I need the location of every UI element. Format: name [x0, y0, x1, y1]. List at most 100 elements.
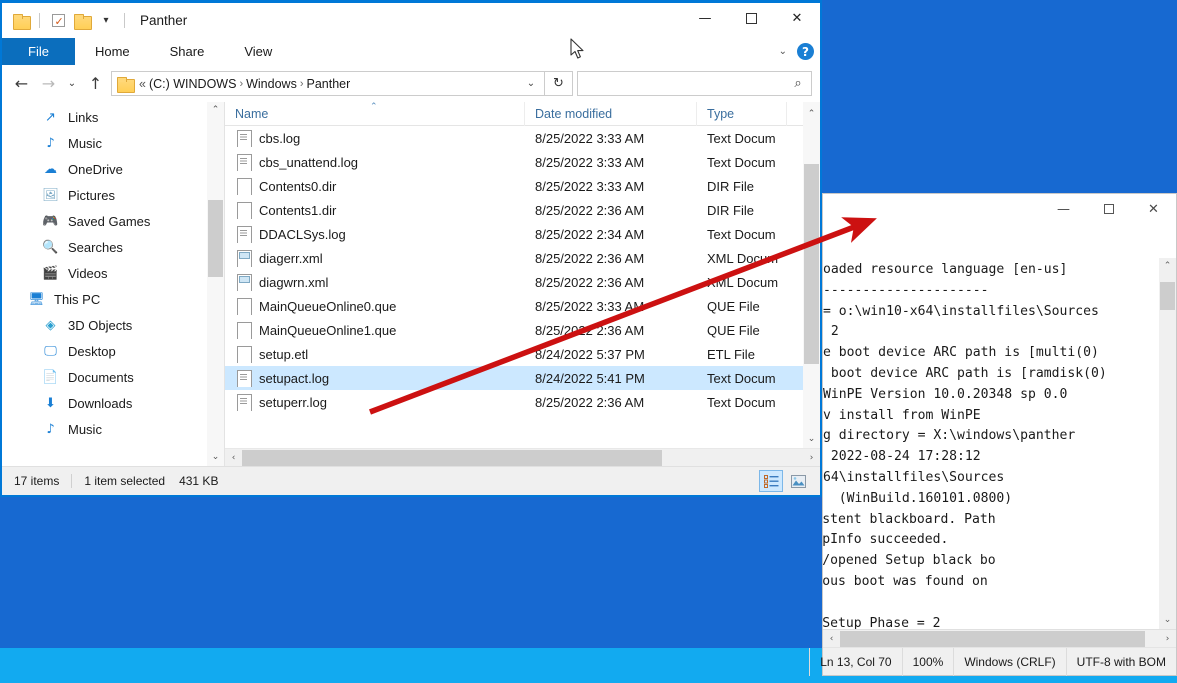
table-row[interactable]: diagerr.xml 8/25/2022 2:36 AM XML Docum: [225, 246, 803, 270]
column-header-scroll-up-arrow[interactable]: ⌃: [803, 101, 820, 126]
sidebar-item-this-pc[interactable]: 🖥 This PC: [2, 286, 207, 312]
sidebar-item-desktop[interactable]: 🖵 Desktop: [2, 338, 207, 364]
notepad-scroll-up-arrow[interactable]: ⌃: [1164, 258, 1172, 275]
notepad-log-lines[interactable]: 2022-08-24 17:28:12, Info [0x06403f] IBS…: [823, 510, 1176, 629]
notepad-cursor-position[interactable]: Ln 13, Col 70: [809, 647, 901, 676]
ribbon-tabbar[interactable]: File Home Share View ⌄ ?: [2, 38, 820, 65]
breadcrumb-item-2[interactable]: Panther: [307, 77, 351, 91]
table-row[interactable]: cbs_unattend.log 8/25/2022 3:33 AM Text Do…: [225, 150, 803, 174]
notepad-line-ending[interactable]: Windows (CRLF): [953, 647, 1065, 676]
explorer-titlebar[interactable]: ✓ ▾ Panther — ✕: [2, 3, 820, 38]
notepad-encoding[interactable]: UTF-8 with BOM: [1065, 647, 1176, 676]
nav-scroll-down-arrow[interactable]: ⌄: [212, 449, 220, 466]
ribbon-right-controls[interactable]: ⌄ ?: [779, 38, 814, 65]
navigation-pane[interactable]: ↗ Links ♪ Music ☁ OneDrive 🖼 Pictures 🎮 Saved Gam…: [2, 102, 224, 466]
back-button[interactable]: ←: [8, 71, 35, 97]
chevron-down-icon[interactable]: ▾: [95, 10, 117, 32]
details-view-icon[interactable]: [759, 470, 783, 492]
file-list-scroll-down-arrow[interactable]: ⌄: [808, 431, 816, 448]
sidebar-item-music[interactable]: ♪ Music: [2, 416, 207, 442]
new-folder-icon[interactable]: [71, 10, 93, 32]
sidebar-item-saved-games[interactable]: 🎮 Saved Games: [2, 208, 207, 234]
sidebar-item-links[interactable]: ↗ Links: [2, 104, 207, 130]
table-row[interactable]: setup.etl 8/24/2022 5:37 PM ETL File: [225, 342, 803, 366]
notepad-scroll-thumb[interactable]: [1160, 282, 1175, 310]
search-box[interactable]: ⌕: [577, 71, 812, 96]
explorer-maximize-button[interactable]: [728, 3, 774, 34]
help-icon[interactable]: ?: [797, 43, 814, 60]
large-icons-view-icon[interactable]: [786, 470, 810, 492]
nav-scroll-up-arrow[interactable]: ⌃: [212, 102, 220, 119]
column-header-date-modified[interactable]: Date modified: [525, 101, 697, 126]
explorer-close-button[interactable]: ✕: [774, 3, 820, 34]
file-hscroll-right-arrow[interactable]: ›: [803, 453, 820, 463]
view-mode-buttons[interactable]: [759, 470, 820, 492]
navigation-tree[interactable]: ↗ Links ♪ Music ☁ OneDrive 🖼 Pictures 🎮 Saved Gam…: [2, 102, 207, 466]
notepad-window[interactable]: — ✕ oaded resource language [en-us] ----…: [809, 193, 1177, 676]
address-dropdown-icon[interactable]: ⌄: [520, 78, 542, 89]
file-list-scrollbar[interactable]: ⌄: [803, 126, 820, 448]
sidebar-item-pictures[interactable]: 🖼 Pictures: [2, 182, 207, 208]
notepad-zoom-level[interactable]: 100%: [901, 647, 954, 676]
sidebar-item-music[interactable]: ♪ Music: [2, 130, 207, 156]
tab-file[interactable]: File: [2, 38, 75, 65]
breadcrumb-item-0[interactable]: (C:) WINDOWS: [149, 77, 236, 91]
tab-home[interactable]: Home: [75, 38, 150, 65]
table-row[interactable]: MainQueueOnline0.que 8/25/2022 3:33 AM QUE…: [225, 294, 803, 318]
refresh-button[interactable]: ↻: [545, 71, 573, 96]
properties-icon[interactable]: ✓: [47, 10, 69, 32]
table-row[interactable]: Contents1.dir 8/25/2022 2:36 AM DIR File: [225, 198, 803, 222]
notepad-maximize-button[interactable]: [1086, 194, 1131, 224]
notepad-titlebar[interactable]: — ✕: [823, 194, 1176, 232]
table-row[interactable]: setuperr.log 8/25/2022 2:36 AM Text Docum: [225, 390, 803, 414]
breadcrumb[interactable]: « (C:) WINDOWS › Windows › Panther: [139, 77, 350, 91]
file-hscroll-thumb[interactable]: [242, 449, 662, 466]
table-row[interactable]: diagwrn.xml 8/25/2022 2:36 AM XML Docum: [225, 270, 803, 294]
sidebar-item-downloads[interactable]: ⬇ Downloads: [2, 390, 207, 416]
sidebar-item-searches[interactable]: 🔍 Searches: [2, 234, 207, 260]
notepad-close-button[interactable]: ✕: [1131, 194, 1176, 224]
nav-scroll-thumb[interactable]: [208, 200, 223, 277]
breadcrumb-item-1[interactable]: Windows: [246, 77, 297, 91]
notepad-hscroll-right-arrow[interactable]: ›: [1159, 634, 1176, 644]
sidebar-item-documents[interactable]: 📄 Documents: [2, 364, 207, 390]
sidebar-item-onedrive[interactable]: ☁ OneDrive: [2, 156, 207, 182]
tab-view[interactable]: View: [224, 38, 292, 65]
search-icon[interactable]: ⌕: [785, 76, 811, 91]
breadcrumb-chevrons: «: [139, 76, 146, 91]
notepad-hscroll-left-arrow[interactable]: ‹: [823, 634, 840, 644]
search-input[interactable]: [578, 76, 785, 91]
table-row[interactable]: cbs.log 8/25/2022 3:33 AM Text Docum: [225, 126, 803, 150]
notepad-hscroll-thumb[interactable]: [840, 630, 1145, 647]
explorer-minimize-button[interactable]: —: [682, 3, 728, 34]
column-header-type[interactable]: Type: [697, 101, 787, 126]
sidebar-item-videos[interactable]: 🎬 Videos: [2, 260, 207, 286]
navigation-scrollbar[interactable]: ⌃ ⌄: [207, 102, 224, 466]
column-headers[interactable]: Name ⌃ Date modified Type ⌃: [225, 101, 820, 126]
notepad-horizontal-scrollbar[interactable]: ‹ ›: [823, 629, 1176, 647]
forward-button[interactable]: →: [35, 71, 62, 97]
column-header-name[interactable]: Name ⌃: [225, 101, 525, 126]
quick-access-toolbar[interactable]: ✓ ▾: [2, 10, 130, 32]
table-row[interactable]: MainQueueOnline1.que 8/25/2022 2:36 AM QUE…: [225, 318, 803, 342]
folder-icon[interactable]: [10, 10, 32, 32]
notepad-minimize-button[interactable]: —: [1041, 194, 1086, 224]
file-hscroll-left-arrow[interactable]: ‹: [225, 453, 242, 463]
notepad-menubar[interactable]: [823, 232, 1176, 258]
recent-locations-button[interactable]: ⌄: [62, 71, 82, 97]
tab-share[interactable]: Share: [150, 38, 225, 65]
file-explorer-window[interactable]: ✓ ▾ Panther — ✕ File Home Share View ⌄ ?: [0, 0, 822, 497]
address-toolbar[interactable]: ← → ⌄ ↑ « (C:) WINDOWS › Windows › Panth…: [2, 65, 820, 102]
file-rows[interactable]: cbs.log 8/25/2022 3:33 AM Text Docum cbs_un…: [225, 126, 803, 448]
address-bar[interactable]: « (C:) WINDOWS › Windows › Panther ⌄: [111, 71, 545, 96]
file-list-scroll-thumb[interactable]: [804, 164, 819, 364]
up-button[interactable]: ↑: [82, 71, 109, 97]
table-row[interactable]: DDACLSys.log 8/25/2022 2:34 AM Text Docum: [225, 222, 803, 246]
table-row[interactable]: setupact.log 8/24/2022 5:41 PM Text Docum: [225, 366, 803, 390]
table-row[interactable]: Contents0.dir 8/25/2022 3:33 AM DIR File: [225, 174, 803, 198]
explorer-window-controls[interactable]: — ✕: [682, 3, 820, 34]
file-list-horizontal-scrollbar[interactable]: ‹ ›: [225, 448, 820, 466]
sidebar-item-label: Links: [68, 109, 99, 125]
chevron-down-icon[interactable]: ⌄: [779, 46, 787, 57]
sidebar-item-3d-objects[interactable]: ◈ 3D Objects: [2, 312, 207, 338]
